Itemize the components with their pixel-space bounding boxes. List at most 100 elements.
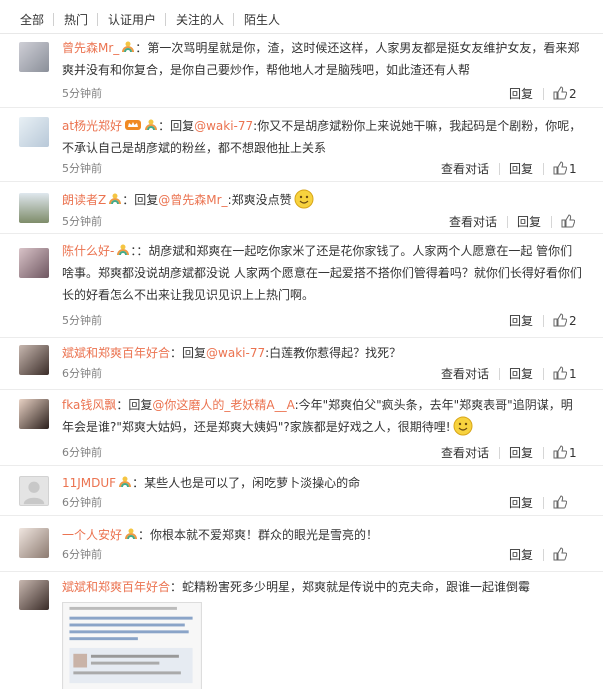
username-link[interactable]: fka钱风飘 (62, 398, 116, 412)
avatar[interactable] (19, 528, 49, 558)
mention-link[interactable]: @你这磨人的_老妖精A__A (152, 398, 294, 412)
tab-strangers[interactable]: 陌生人 (244, 12, 280, 28)
comment-text: at杨光郑好 ：回复@waki-77:你又不是胡彦斌粉你上来说她干嘛，我起码是个剧… (62, 115, 582, 159)
thumbs-up-icon[interactable] (553, 313, 567, 327)
avatar[interactable] (19, 117, 49, 147)
colon: ： (170, 580, 183, 594)
comment-text: 斌斌和郑爽百年好合：回复@waki-77:白莲教你惹得起？找死？ (62, 342, 582, 364)
thumbs-up-icon[interactable] (553, 445, 567, 459)
tab-verified[interactable]: 认证用户 (108, 12, 156, 28)
reply-button[interactable]: 回复 (509, 313, 533, 329)
colon: ： (122, 193, 135, 207)
smile-emoji-icon (294, 189, 314, 209)
divider (499, 163, 500, 175)
reply-button[interactable]: 回复 (509, 547, 533, 563)
avatar[interactable] (19, 476, 49, 506)
comment-item: 斌斌和郑爽百年好合：回复@waki-77:白莲教你惹得起？找死？ 6分钟前 查看… (0, 338, 603, 390)
comment-content: :郑爽没点赞 (227, 193, 292, 207)
avatar[interactable] (19, 580, 49, 610)
rainbow-badge-icon (122, 41, 135, 53)
colon: ： (170, 346, 183, 360)
comment-text: 11JMDUF ：某些人也是可以了，闲吃萝卜淡操心的命 (62, 472, 582, 494)
thumbs-up-icon[interactable] (553, 366, 567, 380)
comment-content: :白莲教你惹得起？找死？ (265, 346, 402, 360)
comment-content: ：胡彦斌和郑爽在一起吃你家米了还是花你家钱了。人家两个人愿意在一起 管你们啥事。… (62, 244, 582, 302)
rainbow-badge-icon (119, 476, 132, 488)
divider (97, 13, 98, 26)
timestamp: 6分钟前 (62, 367, 102, 380)
username-link[interactable]: 一个人安好 (62, 528, 122, 542)
thumbs-up-icon[interactable] (561, 214, 575, 228)
avatar[interactable] (19, 42, 49, 72)
like-count: 2 (569, 314, 577, 328)
thumbs-up-icon[interactable] (553, 547, 567, 561)
tab-all[interactable]: 全部 (20, 12, 44, 28)
divider (233, 13, 234, 26)
reply-prefix: 回复 (182, 346, 207, 360)
username-link[interactable]: 曾先森Mr_ (62, 41, 119, 55)
timestamp: 6分钟前 (62, 548, 102, 561)
mention-link[interactable]: @waki-77 (194, 119, 253, 133)
divider (507, 216, 508, 228)
divider (543, 315, 544, 327)
divider (543, 163, 544, 175)
colon: ： (158, 119, 171, 133)
comment-text: 朗读者Z ：回复@曾先森Mr_:郑爽没点赞 (62, 189, 582, 211)
divider (499, 368, 500, 380)
comment-item: fka钱风飘：回复@你这磨人的_老妖精A__A:今年"郑爽伯父"疯头条，去年"郑… (0, 390, 603, 466)
like-count: 1 (569, 446, 577, 460)
username-link[interactable]: at杨光郑好 (62, 119, 122, 133)
rainbow-badge-icon (125, 528, 138, 540)
colon: ： (135, 41, 148, 55)
timestamp: 5分钟前 (62, 87, 102, 100)
comment-actions: 回复 2 (509, 313, 589, 329)
comment-actions: 查看对话 回复 1 (441, 161, 589, 177)
username-link[interactable]: 陈什么好- (62, 244, 114, 258)
comment-item: 曾先森Mr_ ：第一次骂明星就是你，渣，这时候还这样，人家男友都是挺女友维护女友，… (0, 34, 603, 108)
avatar[interactable] (19, 248, 49, 278)
tab-hot[interactable]: 热门 (64, 12, 88, 28)
rainbow-badge-icon (145, 119, 158, 131)
colon: ： (132, 476, 145, 490)
divider (53, 13, 54, 26)
view-conversation-button[interactable]: 查看对话 (449, 214, 497, 230)
comment-text: 曾先森Mr_ ：第一次骂明星就是你，渣，这时候还这样，人家男友都是挺女友维护女友，… (62, 37, 582, 81)
comment-item: 斌斌和郑爽百年好合：蛇精粉害死多少明星，郑爽就是传说中的克夫命，跟谁一起谁倒霉 (0, 572, 603, 689)
avatar[interactable] (19, 345, 49, 375)
thumbs-up-icon[interactable] (553, 161, 567, 175)
comment-actions: 查看对话 回复 1 (441, 366, 589, 382)
avatar[interactable] (19, 193, 49, 223)
timestamp: 6分钟前 (62, 496, 102, 509)
username-link[interactable]: 斌斌和郑爽百年好合 (62, 580, 170, 594)
view-conversation-button[interactable]: 查看对话 (441, 161, 489, 177)
timestamp: 5分钟前 (62, 314, 102, 327)
colon: ： (116, 398, 129, 412)
comment-text: 一个人安好 ：你根本就不爱郑爽！群众的眼光是雪亮的！ (62, 524, 582, 546)
reply-button[interactable]: 回复 (509, 86, 533, 102)
like-count: 2 (569, 87, 577, 101)
username-link[interactable]: 斌斌和郑爽百年好合 (62, 346, 170, 360)
screenshot-thumbnail-icon (63, 603, 201, 689)
comment-image[interactable] (62, 602, 202, 689)
comment-actions: 回复 2 (509, 86, 589, 102)
reply-button[interactable]: 回复 (509, 161, 533, 177)
username-link[interactable]: 朗读者Z (62, 193, 106, 207)
username-link[interactable]: 11JMDUF (62, 476, 116, 490)
like-count: 1 (569, 162, 577, 176)
reply-button[interactable]: 回复 (509, 495, 533, 511)
thumbs-up-icon[interactable] (553, 86, 567, 100)
mention-link[interactable]: @曾先森Mr_ (158, 193, 227, 207)
tab-following[interactable]: 关注的人 (176, 12, 224, 28)
rainbow-badge-icon (117, 244, 130, 256)
thumbs-up-icon[interactable] (553, 495, 567, 509)
rainbow-badge-icon (109, 193, 122, 205)
comment-actions: 查看对话 回复 (449, 214, 589, 230)
reply-button[interactable]: 回复 (509, 445, 533, 461)
view-conversation-button[interactable]: 查看对话 (441, 445, 489, 461)
reply-button[interactable]: 回复 (509, 366, 533, 382)
avatar[interactable] (19, 399, 49, 429)
view-conversation-button[interactable]: 查看对话 (441, 366, 489, 382)
mention-link[interactable]: @waki-77 (206, 346, 265, 360)
colon: ： (138, 528, 151, 542)
reply-button[interactable]: 回复 (517, 214, 541, 230)
